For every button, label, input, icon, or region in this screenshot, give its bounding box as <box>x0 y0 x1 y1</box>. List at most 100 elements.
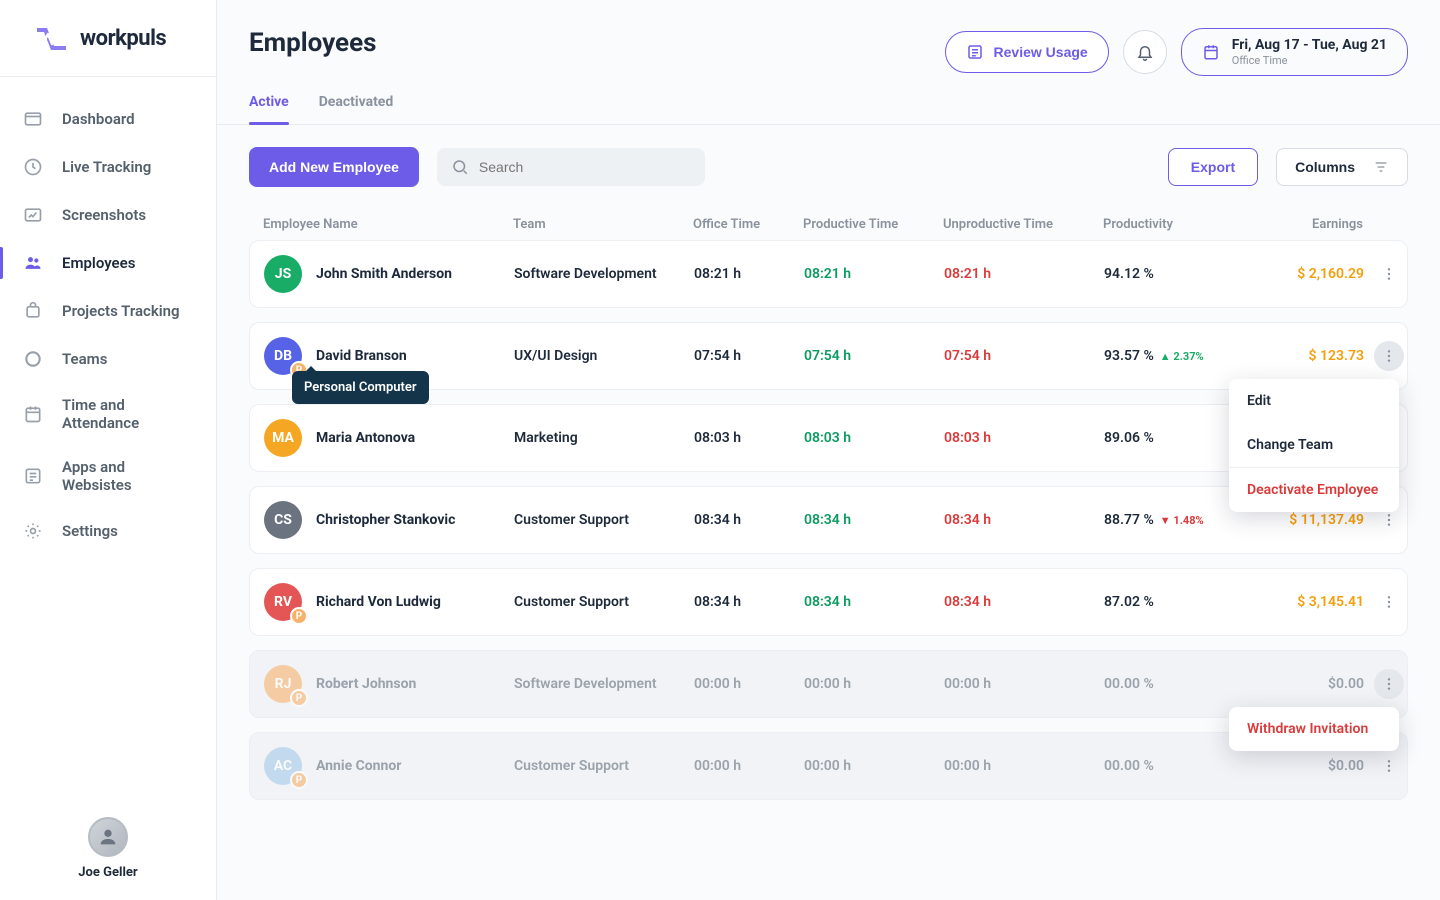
employee-avatar: RJP <box>264 665 302 703</box>
review-usage-button[interactable]: Review Usage <box>945 31 1109 73</box>
sidebar-item-label: Settings <box>62 522 118 540</box>
sidebar-item-screenshots[interactable]: Screenshots <box>0 191 216 239</box>
sidebar-item-employees[interactable]: Employees <box>0 239 216 287</box>
employee-avatar: JS <box>264 255 302 293</box>
employee-avatar: MA <box>264 419 302 457</box>
personal-badge: P <box>290 689 308 707</box>
office-time-cell: 08:21 h <box>694 266 804 282</box>
employee-name: John Smith Anderson <box>316 266 452 282</box>
earnings-cell: $ 2,160.29 <box>1244 266 1364 282</box>
unproductive-time-cell: 00:00 h <box>944 758 1104 774</box>
team-cell: Customer Support <box>514 512 694 528</box>
avatar[interactable] <box>88 817 128 857</box>
team-cell: Marketing <box>514 430 694 446</box>
productivity-delta: ▲ 2.37% <box>1160 350 1204 363</box>
row-more-button[interactable] <box>1374 751 1404 781</box>
sidebar-item-label: Screenshots <box>62 206 146 224</box>
productive-time-cell: 00:00 h <box>804 676 944 692</box>
date-range-label: Fri, Aug 17 - Tue, Aug 21 <box>1232 37 1387 53</box>
office-time-cell: 08:03 h <box>694 430 804 446</box>
table-row: JS John Smith Anderson Software Developmen… <box>249 240 1408 308</box>
earnings-cell: $ 11,137.49 <box>1244 512 1364 528</box>
productive-time-cell: 07:54 h <box>804 348 944 364</box>
export-button[interactable]: Export <box>1168 148 1258 186</box>
table-row: DBPDavid BransonPersonal ComputerUX/UI D… <box>249 322 1408 390</box>
nav-icon <box>22 520 44 542</box>
employee-name: Richard Von Ludwig <box>316 594 441 610</box>
tooltip: Personal Computer <box>292 371 429 404</box>
office-time-cell: 08:34 h <box>694 512 804 528</box>
employee-name: Annie Connor <box>316 758 401 774</box>
table-row: RVPRichard Von LudwigCustomer Support08:… <box>249 568 1408 636</box>
search-icon <box>451 158 469 176</box>
nav-icon <box>22 403 44 425</box>
sidebar-item-label: Apps and Websistes <box>62 458 194 494</box>
sidebar-item-live-tracking[interactable]: Live Tracking <box>0 143 216 191</box>
notifications-button[interactable] <box>1123 30 1167 74</box>
search-input[interactable] <box>479 159 691 175</box>
menu-withdraw[interactable]: Withdraw Invitation <box>1229 707 1399 751</box>
sidebar-item-label: Employees <box>62 254 135 272</box>
unproductive-time-cell: 08:21 h <box>944 266 1104 282</box>
sidebar-item-projects-tracking[interactable]: Projects Tracking <box>0 287 216 335</box>
sidebar-item-label: Live Tracking <box>62 158 151 176</box>
sidebar-item-time-and-attendance[interactable]: Time and Attendance <box>0 383 216 445</box>
productivity-cell: 88.77 % ▼ 1.48% <box>1104 512 1244 528</box>
tab-deactivated[interactable]: Deactivated <box>319 94 394 124</box>
productivity-cell: 93.57 % ▲ 2.37% <box>1104 348 1244 364</box>
date-range-sub: Office Time <box>1232 54 1387 67</box>
search-box[interactable] <box>437 148 705 186</box>
main: Employees Review Usage Fri, Aug 17 - Tue… <box>217 0 1440 900</box>
sidebar-item-label: Projects Tracking <box>62 302 180 320</box>
employee-avatar: ACP <box>264 747 302 785</box>
nav-icon <box>22 348 44 370</box>
earnings-cell: $ 123.73 <box>1244 348 1364 364</box>
productivity-cell: 00.00 % <box>1104 758 1244 774</box>
productive-time-cell: 08:03 h <box>804 430 944 446</box>
row-more-button[interactable] <box>1374 341 1404 371</box>
unproductive-time-cell: 08:34 h <box>944 512 1104 528</box>
productivity-cell: 00.00 % <box>1104 676 1244 692</box>
unproductive-time-cell: 08:03 h <box>944 430 1104 446</box>
date-range-picker[interactable]: Fri, Aug 17 - Tue, Aug 21 Office Time <box>1181 28 1408 76</box>
nav-icon <box>22 252 44 274</box>
team-cell: Software Development <box>514 266 694 282</box>
add-employee-button[interactable]: Add New Employee <box>249 147 419 187</box>
employee-avatar: DBP <box>264 337 302 375</box>
nav-icon <box>22 465 44 487</box>
table-header: Employee Name Team Office Time Productiv… <box>249 209 1408 240</box>
employee-avatar: RVP <box>264 583 302 621</box>
list-icon <box>966 43 984 61</box>
tab-active[interactable]: Active <box>249 94 289 124</box>
employee-name: Maria Antonova <box>316 430 415 446</box>
productive-time-cell: 08:21 h <box>804 266 944 282</box>
columns-button[interactable]: Columns <box>1276 148 1408 186</box>
row-more-button[interactable] <box>1374 259 1404 289</box>
nav-icon <box>22 204 44 226</box>
office-time-cell: 00:00 h <box>694 676 804 692</box>
employee-name: David Branson <box>316 348 407 364</box>
menu-change-team[interactable]: Change Team <box>1229 423 1399 467</box>
menu-edit[interactable]: Edit <box>1229 379 1399 423</box>
bell-icon <box>1136 43 1154 61</box>
row-more-button[interactable] <box>1374 669 1404 699</box>
productive-time-cell: 08:34 h <box>804 512 944 528</box>
employee-name: Christopher Stankovic <box>316 512 455 528</box>
office-time-cell: 07:54 h <box>694 348 804 364</box>
row-menu: Withdraw Invitation <box>1229 707 1399 751</box>
office-time-cell: 08:34 h <box>694 594 804 610</box>
row-more-button[interactable] <box>1374 587 1404 617</box>
menu-deactivate[interactable]: Deactivate Employee <box>1229 468 1399 512</box>
nav-icon <box>22 108 44 130</box>
filter-icon <box>1373 159 1389 175</box>
nav-icon <box>22 156 44 178</box>
unproductive-time-cell: 00:00 h <box>944 676 1104 692</box>
user-name: Joe Geller <box>20 865 196 880</box>
sidebar-item-dashboard[interactable]: Dashboard <box>0 95 216 143</box>
nav-icon <box>22 300 44 322</box>
sidebar-item-teams[interactable]: Teams <box>0 335 216 383</box>
sidebar-item-apps-and-websistes[interactable]: Apps and Websistes <box>0 445 216 507</box>
sidebar-item-settings[interactable]: Settings <box>0 507 216 555</box>
employee-avatar: CS <box>264 501 302 539</box>
personal-badge: P <box>290 607 308 625</box>
